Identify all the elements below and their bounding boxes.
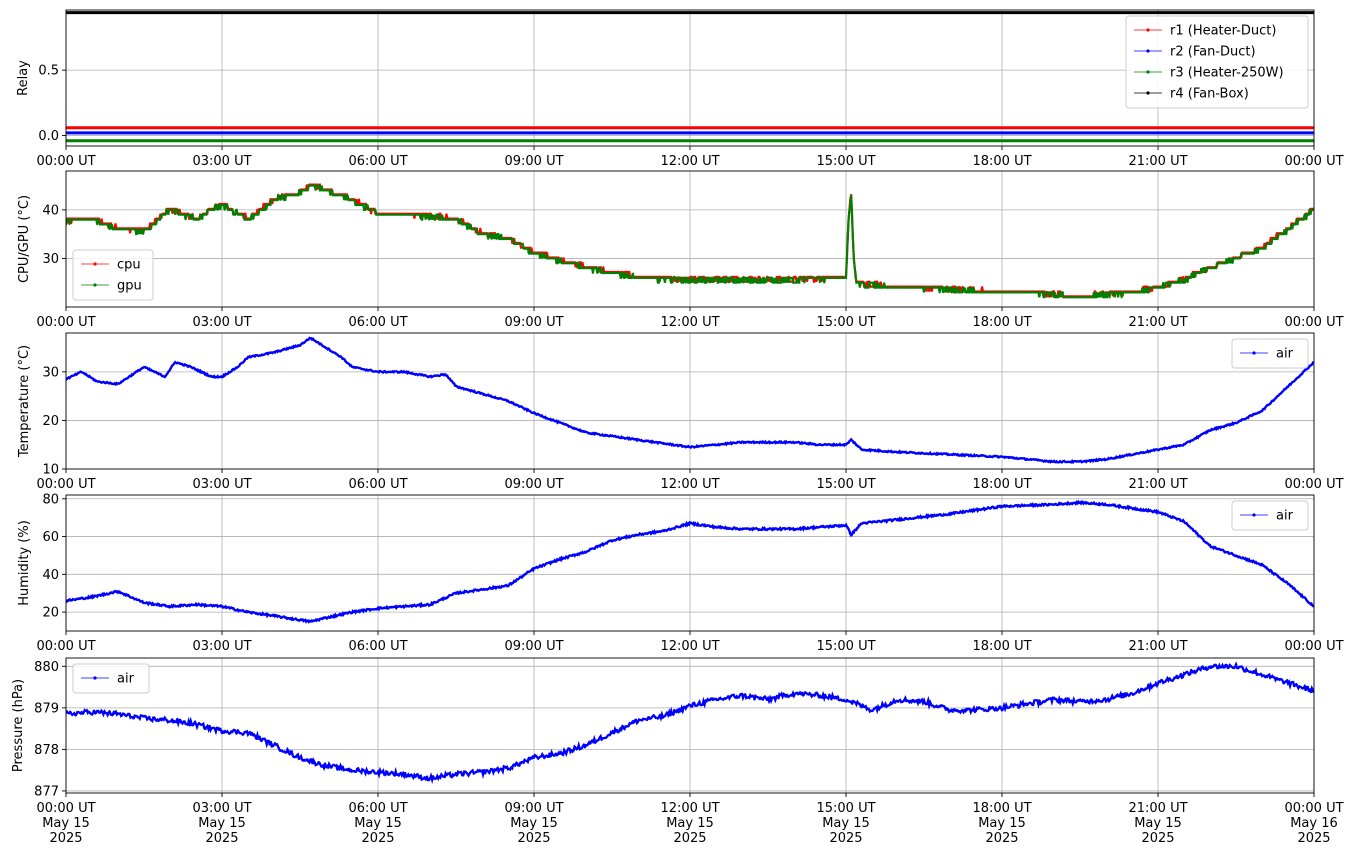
y-tick-label: 30 <box>42 252 59 267</box>
y-tick-label: 0.5 <box>38 64 59 79</box>
y-tick-label: 10 <box>42 463 59 478</box>
legend-label: air <box>117 672 135 687</box>
x-tick-label: 18:00 UT <box>972 477 1031 492</box>
x-tick-label: 18:00 UT May 15 2025 <box>972 801 1031 846</box>
y-axis-label: Temperature (°C) <box>17 345 32 458</box>
legend-marker <box>93 676 97 680</box>
x-tick-label: 15:00 UT <box>816 477 875 492</box>
x-tick-label: 06:00 UT May 15 2025 <box>348 801 407 846</box>
x-tick-label: 00:00 UT May 15 2025 <box>36 801 95 846</box>
x-tick-label: 12:00 UT <box>660 477 719 492</box>
y-axis-label: Relay <box>16 60 31 96</box>
x-tick-label: 09:00 UT <box>504 477 563 492</box>
y-tick-label: 878 <box>34 743 59 758</box>
y-tick-label: 60 <box>42 530 59 545</box>
legend-marker <box>1146 70 1150 74</box>
y-tick-label: 880 <box>34 660 59 675</box>
x-tick-label: 09:00 UT <box>504 154 563 169</box>
x-tick-label: 03:00 UT <box>192 477 251 492</box>
x-tick-label: 18:00 UT <box>972 315 1031 330</box>
legend-box <box>1231 500 1309 531</box>
x-tick-label: 21:00 UT May 15 2025 <box>1128 801 1187 846</box>
y-axis-label: Humidity (%) <box>17 520 32 606</box>
x-tick-label: 21:00 UT <box>1128 315 1187 330</box>
panel-1: 0.0 0.5 00:00 UT 03:00 UT 06:00 UT 09:00 UT 12… <box>16 9 1344 169</box>
x-tick-label: 12:00 UT May 15 2025 <box>660 801 719 846</box>
x-tick-label: 15:00 UT May 15 2025 <box>816 801 875 846</box>
y-tick-label: 877 <box>34 784 59 799</box>
y-tick-label: 80 <box>42 492 59 507</box>
legend-box <box>72 663 150 694</box>
y-axis-label: Pressure (hPa) <box>11 679 26 772</box>
x-tick-label: 00:00 UT <box>1284 154 1343 169</box>
y-tick-label: 879 <box>34 701 59 716</box>
x-tick-label: 06:00 UT <box>348 154 407 169</box>
legend-box <box>1231 338 1309 369</box>
x-tick-label: 09:00 UT May 15 2025 <box>504 801 563 846</box>
legend-label: r1 (Heater-Duct) <box>1170 24 1276 39</box>
legend-marker <box>1146 28 1150 32</box>
panel-5: 877 878 879 880 00:00 UT May 15 2025 03:00 UT Ma… <box>11 657 1344 846</box>
panel-3: 10 20 30 00:00 UT 03:00 UT 06:00 UT 09:00 UT 12… <box>17 332 1344 492</box>
y-tick-label: 30 <box>42 365 59 380</box>
x-tick-label: 00:00 UT <box>36 154 95 169</box>
x-tick-label: 09:00 UT <box>504 315 563 330</box>
y-tick-label: 20 <box>42 606 59 621</box>
legend-label: r4 (Fan-Box) <box>1170 87 1249 102</box>
panel-2: 30 40 00:00 UT 03:00 UT 06:00 UT 09:00 UT 12:0… <box>17 170 1344 330</box>
y-axis-label: CPU/GPU (°C) <box>17 195 32 283</box>
y-tick-label: 0.0 <box>38 129 59 144</box>
y-tick-label: 40 <box>42 568 59 583</box>
x-tick-label: 00:00 UT May 16 2025 <box>1284 801 1343 846</box>
legend-label: r3 (Heater-250W) <box>1170 66 1284 81</box>
x-tick-label: 03:00 UT <box>192 154 251 169</box>
x-tick-label: 15:00 UT <box>816 639 875 654</box>
x-tick-label: 00:00 UT <box>36 315 95 330</box>
x-tick-label: 15:00 UT <box>816 315 875 330</box>
x-tick-label: 00:00 UT <box>1284 477 1343 492</box>
x-tick-label: 12:00 UT <box>660 639 719 654</box>
x-tick-label: 00:00 UT <box>36 639 95 654</box>
x-tick-label: 03:00 UT <box>192 639 251 654</box>
x-tick-label: 06:00 UT <box>348 639 407 654</box>
x-tick-label: 00:00 UT <box>1284 639 1343 654</box>
legend-marker <box>1252 513 1256 517</box>
legend-marker <box>93 283 97 287</box>
x-tick-label: 06:00 UT <box>348 477 407 492</box>
y-tick-label: 40 <box>42 203 59 218</box>
legend-marker <box>1146 91 1150 95</box>
chart-figure: 0.0 0.5 00:00 UT 03:00 UT 06:00 UT 09:00 UT 12… <box>11 9 1344 846</box>
legend-label: gpu <box>117 279 142 294</box>
legend: cpu gpu <box>72 249 154 301</box>
legend-label: r2 (Fan-Duct) <box>1170 45 1256 60</box>
x-tick-label: 18:00 UT <box>972 154 1031 169</box>
x-tick-label: 06:00 UT <box>348 315 407 330</box>
legend-marker <box>1252 351 1256 355</box>
x-tick-label: 18:00 UT <box>972 639 1031 654</box>
x-tick-label: 09:00 UT <box>504 639 563 654</box>
x-tick-label: 21:00 UT <box>1128 154 1187 169</box>
legend-label: cpu <box>117 258 141 273</box>
legend-label: air <box>1276 509 1294 524</box>
x-tick-label: 00:00 UT <box>36 477 95 492</box>
x-tick-label: 12:00 UT <box>660 154 719 169</box>
legend: r1 (Heater-Duct) r2 (Fan-Duct) r3 (Heater-… <box>1125 15 1309 109</box>
legend-marker <box>93 262 97 266</box>
x-tick-label: 21:00 UT <box>1128 477 1187 492</box>
x-tick-label: 03:00 UT May 15 2025 <box>192 801 251 846</box>
panel-4: 20 40 60 80 00:00 UT 03:00 UT 06:00 UT 09:00 UT… <box>17 492 1344 654</box>
legend-marker <box>1146 49 1150 53</box>
y-tick-label: 20 <box>42 414 59 429</box>
x-tick-label: 21:00 UT <box>1128 639 1187 654</box>
x-tick-label: 00:00 UT <box>1284 315 1343 330</box>
legend-label: air <box>1276 347 1294 362</box>
x-tick-label: 15:00 UT <box>816 154 875 169</box>
legend: air <box>1231 500 1309 531</box>
legend: air <box>72 663 150 694</box>
x-tick-label: 03:00 UT <box>192 315 251 330</box>
legend: air <box>1231 338 1309 369</box>
x-tick-label: 12:00 UT <box>660 315 719 330</box>
